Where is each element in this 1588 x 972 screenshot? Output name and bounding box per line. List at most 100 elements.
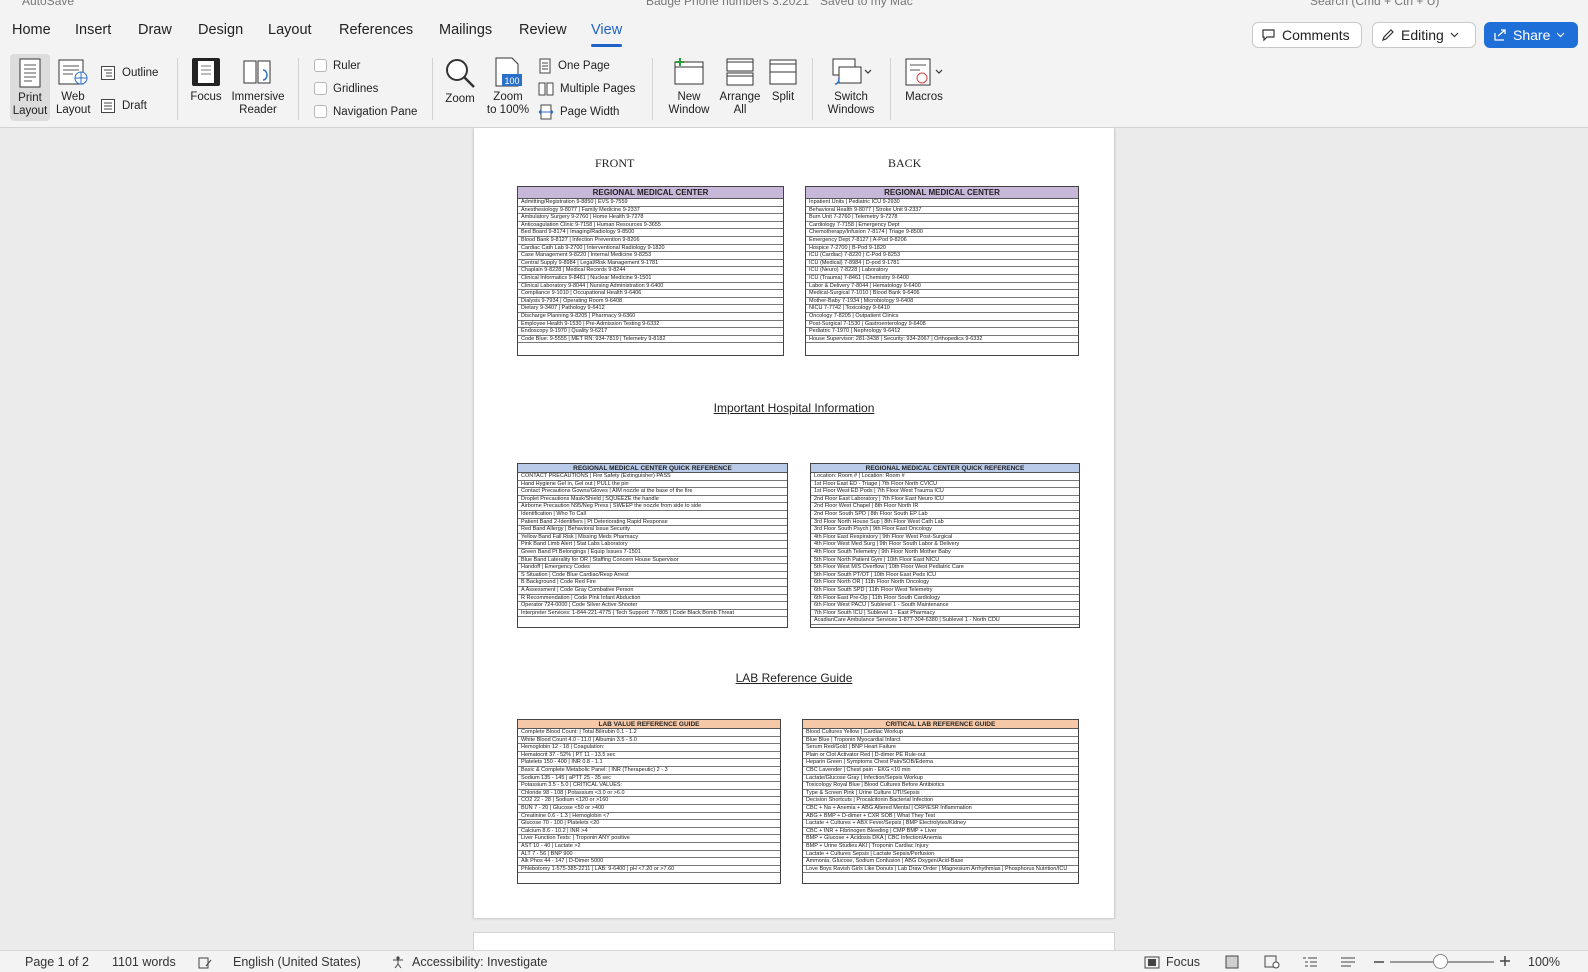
page-width-icon bbox=[538, 104, 554, 120]
card-row: Ammonia, Glucose, Sodium Confusion | ABG… bbox=[803, 858, 1078, 866]
web-layout-label-2: Layout bbox=[56, 104, 91, 116]
card-row: Ambulatory Surgery 9-2760 | Home Health … bbox=[518, 214, 783, 222]
card-row: 3rd Floor North House Sup | 8th Floor We… bbox=[811, 519, 1079, 527]
card-row: 6th Floor South SPD | 11th Floor West Te… bbox=[811, 587, 1079, 595]
draft-button[interactable]: Draft bbox=[100, 98, 147, 114]
web-layout-view-icon[interactable] bbox=[1264, 955, 1280, 969]
tab-view[interactable]: View bbox=[591, 22, 623, 47]
card-row: Endoscopy 9-1970 | Quality 9-6217 bbox=[518, 328, 783, 336]
card-row: Type & Screen Pink | Urine Culture UTI/S… bbox=[803, 790, 1078, 798]
tab-home[interactable]: Home bbox=[12, 22, 51, 38]
switch-windows-button[interactable]: Switch Windows bbox=[822, 56, 880, 117]
card-row: Green Band Pt Belongings | Equip Issues … bbox=[518, 549, 787, 557]
tab-mailings[interactable]: Mailings bbox=[439, 22, 492, 38]
card-row: Labor & Delivery 7-8044 | Hematology 9-6… bbox=[806, 283, 1078, 291]
zoom-100-button[interactable]: 100 Zoom to 100% bbox=[484, 56, 532, 117]
tab-references[interactable]: References bbox=[339, 22, 413, 38]
zoom-slider-thumb[interactable] bbox=[1433, 954, 1448, 969]
outline-view-icon[interactable] bbox=[1302, 955, 1318, 969]
hospital-info-title: Important Hospital Information bbox=[713, 401, 875, 415]
zoom-label: Zoom bbox=[445, 93, 475, 105]
gridlines-checkbox[interactable]: Gridlines bbox=[314, 82, 378, 95]
split-button[interactable]: Split bbox=[766, 56, 800, 104]
proofing-icon[interactable] bbox=[198, 956, 212, 970]
draft-view-icon[interactable] bbox=[1340, 955, 1356, 969]
print-layout-icon bbox=[19, 58, 41, 88]
card-row: Dietary 9-3407 | Pathology 9-6412 bbox=[518, 305, 783, 313]
ruler-checkbox[interactable]: Ruler bbox=[314, 59, 360, 72]
multiple-pages-button[interactable]: Multiple Pages bbox=[538, 81, 635, 97]
language[interactable]: English (United States) bbox=[233, 955, 361, 969]
gridlines-check-box[interactable] bbox=[314, 82, 327, 95]
zoom-level[interactable]: 100% bbox=[1528, 955, 1560, 969]
editing-mode-button[interactable]: Editing bbox=[1372, 22, 1476, 48]
tab-insert[interactable]: Insert bbox=[75, 22, 111, 38]
card-row: Handoff | Emergency Codes bbox=[518, 564, 787, 572]
web-layout-button[interactable]: Web Layout bbox=[56, 56, 91, 117]
card-row: Alk Phos 44 - 147 | D-Dimer 5000 bbox=[518, 858, 780, 866]
ruler-label: Ruler bbox=[333, 59, 361, 72]
card-row: Hemoglobin 12 - 18 | Coagulation: bbox=[518, 744, 780, 752]
card-row: Oncology 7-8205 | Outpatient Clinics bbox=[806, 313, 1078, 321]
immersive-reader-button[interactable]: Immersive Reader bbox=[230, 56, 286, 117]
share-icon bbox=[1494, 29, 1506, 41]
card-row: Burn Unit 7-2760 | Telemetry 9-7278 bbox=[806, 214, 1078, 222]
ruler-check-box[interactable] bbox=[314, 59, 327, 72]
front-badge-card: REGIONAL MEDICAL CENTER Admitting/Regist… bbox=[517, 186, 784, 356]
card-row: CBC Lavender | Chest pain - EKG <10 min bbox=[803, 767, 1078, 775]
card-row: Calcium 8.6 - 10.2 | INR >4 bbox=[518, 828, 780, 836]
new-window-button[interactable]: New Window bbox=[664, 56, 714, 117]
card-row: 5th Floor West M/S Overflow | 10th Floor… bbox=[811, 564, 1079, 572]
print-layout-button[interactable]: Print Layout bbox=[10, 54, 50, 121]
immersive-reader-label-1: Immersive bbox=[231, 91, 285, 103]
zoom-out-icon[interactable] bbox=[1374, 960, 1384, 964]
card-row: Lactate + Cultures + ABX Fever/Sepsis | … bbox=[803, 820, 1078, 828]
card-row: AcadianCare Ambulance Services 1-877-304… bbox=[811, 617, 1079, 625]
tab-layout[interactable]: Layout bbox=[268, 22, 312, 38]
card-row: Yellow Band Fall Risk | Missing Meds Pha… bbox=[518, 534, 787, 542]
card-row: Code Blue: 9-5555 | MET RN: 934-7819 | T… bbox=[518, 336, 783, 344]
outline-button[interactable]: Outline bbox=[100, 65, 158, 81]
card-row: 2nd Floor West Chapel | 8th Floor North … bbox=[811, 503, 1079, 511]
card-row: 4th Floor West Med Surg | 9th Floor Sout… bbox=[811, 541, 1079, 549]
tab-draw[interactable]: Draw bbox=[138, 22, 172, 38]
share-button[interactable]: Share bbox=[1484, 22, 1578, 48]
page-width-button[interactable]: Page Width bbox=[538, 104, 619, 120]
print-layout-label-1: Print bbox=[18, 92, 42, 104]
navigation-pane-checkbox[interactable]: Navigation Pane bbox=[314, 105, 417, 118]
macros-button[interactable]: Macros bbox=[900, 56, 948, 104]
zoom-in-icon[interactable] bbox=[1500, 956, 1510, 966]
search-box[interactable]: Search (Cmd + Ctrl + U) bbox=[1310, 0, 1439, 8]
card-row: Central Supply 9-8984 | Legal/Risk Manag… bbox=[518, 260, 783, 268]
zoom-button[interactable]: Zoom bbox=[442, 56, 478, 106]
card-row: 6th Floor West PACU | Sublevel 1 - South… bbox=[811, 602, 1079, 610]
tab-review[interactable]: Review bbox=[519, 22, 567, 38]
arrange-all-button[interactable]: Arrange All bbox=[716, 56, 764, 117]
card-row: Basic & Complete Metabolic Panel: | INR … bbox=[518, 767, 780, 775]
page-count[interactable]: Page 1 of 2 bbox=[25, 955, 89, 969]
card-row: Hospice 7-2700 | B-Pod 9-1820 bbox=[806, 245, 1078, 253]
one-page-button[interactable]: One Page bbox=[538, 58, 610, 74]
focus-mode-icon[interactable] bbox=[1144, 956, 1160, 969]
card-row: Platelets 150 - 400 | INR 0.8 - 1.1 bbox=[518, 759, 780, 767]
focus-button[interactable]: Focus bbox=[188, 56, 224, 104]
document-title: Badge Phone numbers 3.2021 bbox=[646, 0, 809, 8]
print-layout-view-icon[interactable] bbox=[1224, 955, 1240, 969]
document-page[interactable]: FRONT BACK REGIONAL MEDICAL CENTER Admit… bbox=[473, 128, 1115, 918]
zoom-100-icon: 100 bbox=[495, 57, 522, 87]
card-row: 2nd Floor South SPD | 8th Floor South EP… bbox=[811, 511, 1079, 519]
accessibility-icon[interactable] bbox=[391, 955, 405, 969]
ribbon-tabs: Home Insert Draw Design Layout Reference… bbox=[0, 8, 1588, 48]
comments-button[interactable]: Comments bbox=[1252, 22, 1362, 48]
card-row: Compliance 9-1010 | Occupational Health … bbox=[518, 290, 783, 298]
tab-design[interactable]: Design bbox=[198, 22, 243, 38]
card-row: Medical-Surgical 7-1010 | Blood Bank 9-6… bbox=[806, 290, 1078, 298]
word-count[interactable]: 1101 words bbox=[112, 955, 176, 969]
focus-mode-label[interactable]: Focus bbox=[1166, 955, 1200, 969]
svg-text:100: 100 bbox=[504, 76, 519, 86]
accessibility-status[interactable]: Accessibility: Investigate bbox=[412, 955, 547, 969]
card-row: White Blood Count 4.0 - 11.0 | Albumin 3… bbox=[518, 737, 780, 745]
card-row: Complete Blood Count: | Total Bilirubin … bbox=[518, 729, 780, 737]
navigation-pane-check-box[interactable] bbox=[314, 105, 327, 118]
card-row: Hand Hygiene Gel in, Gel out | PULL the … bbox=[518, 481, 787, 489]
